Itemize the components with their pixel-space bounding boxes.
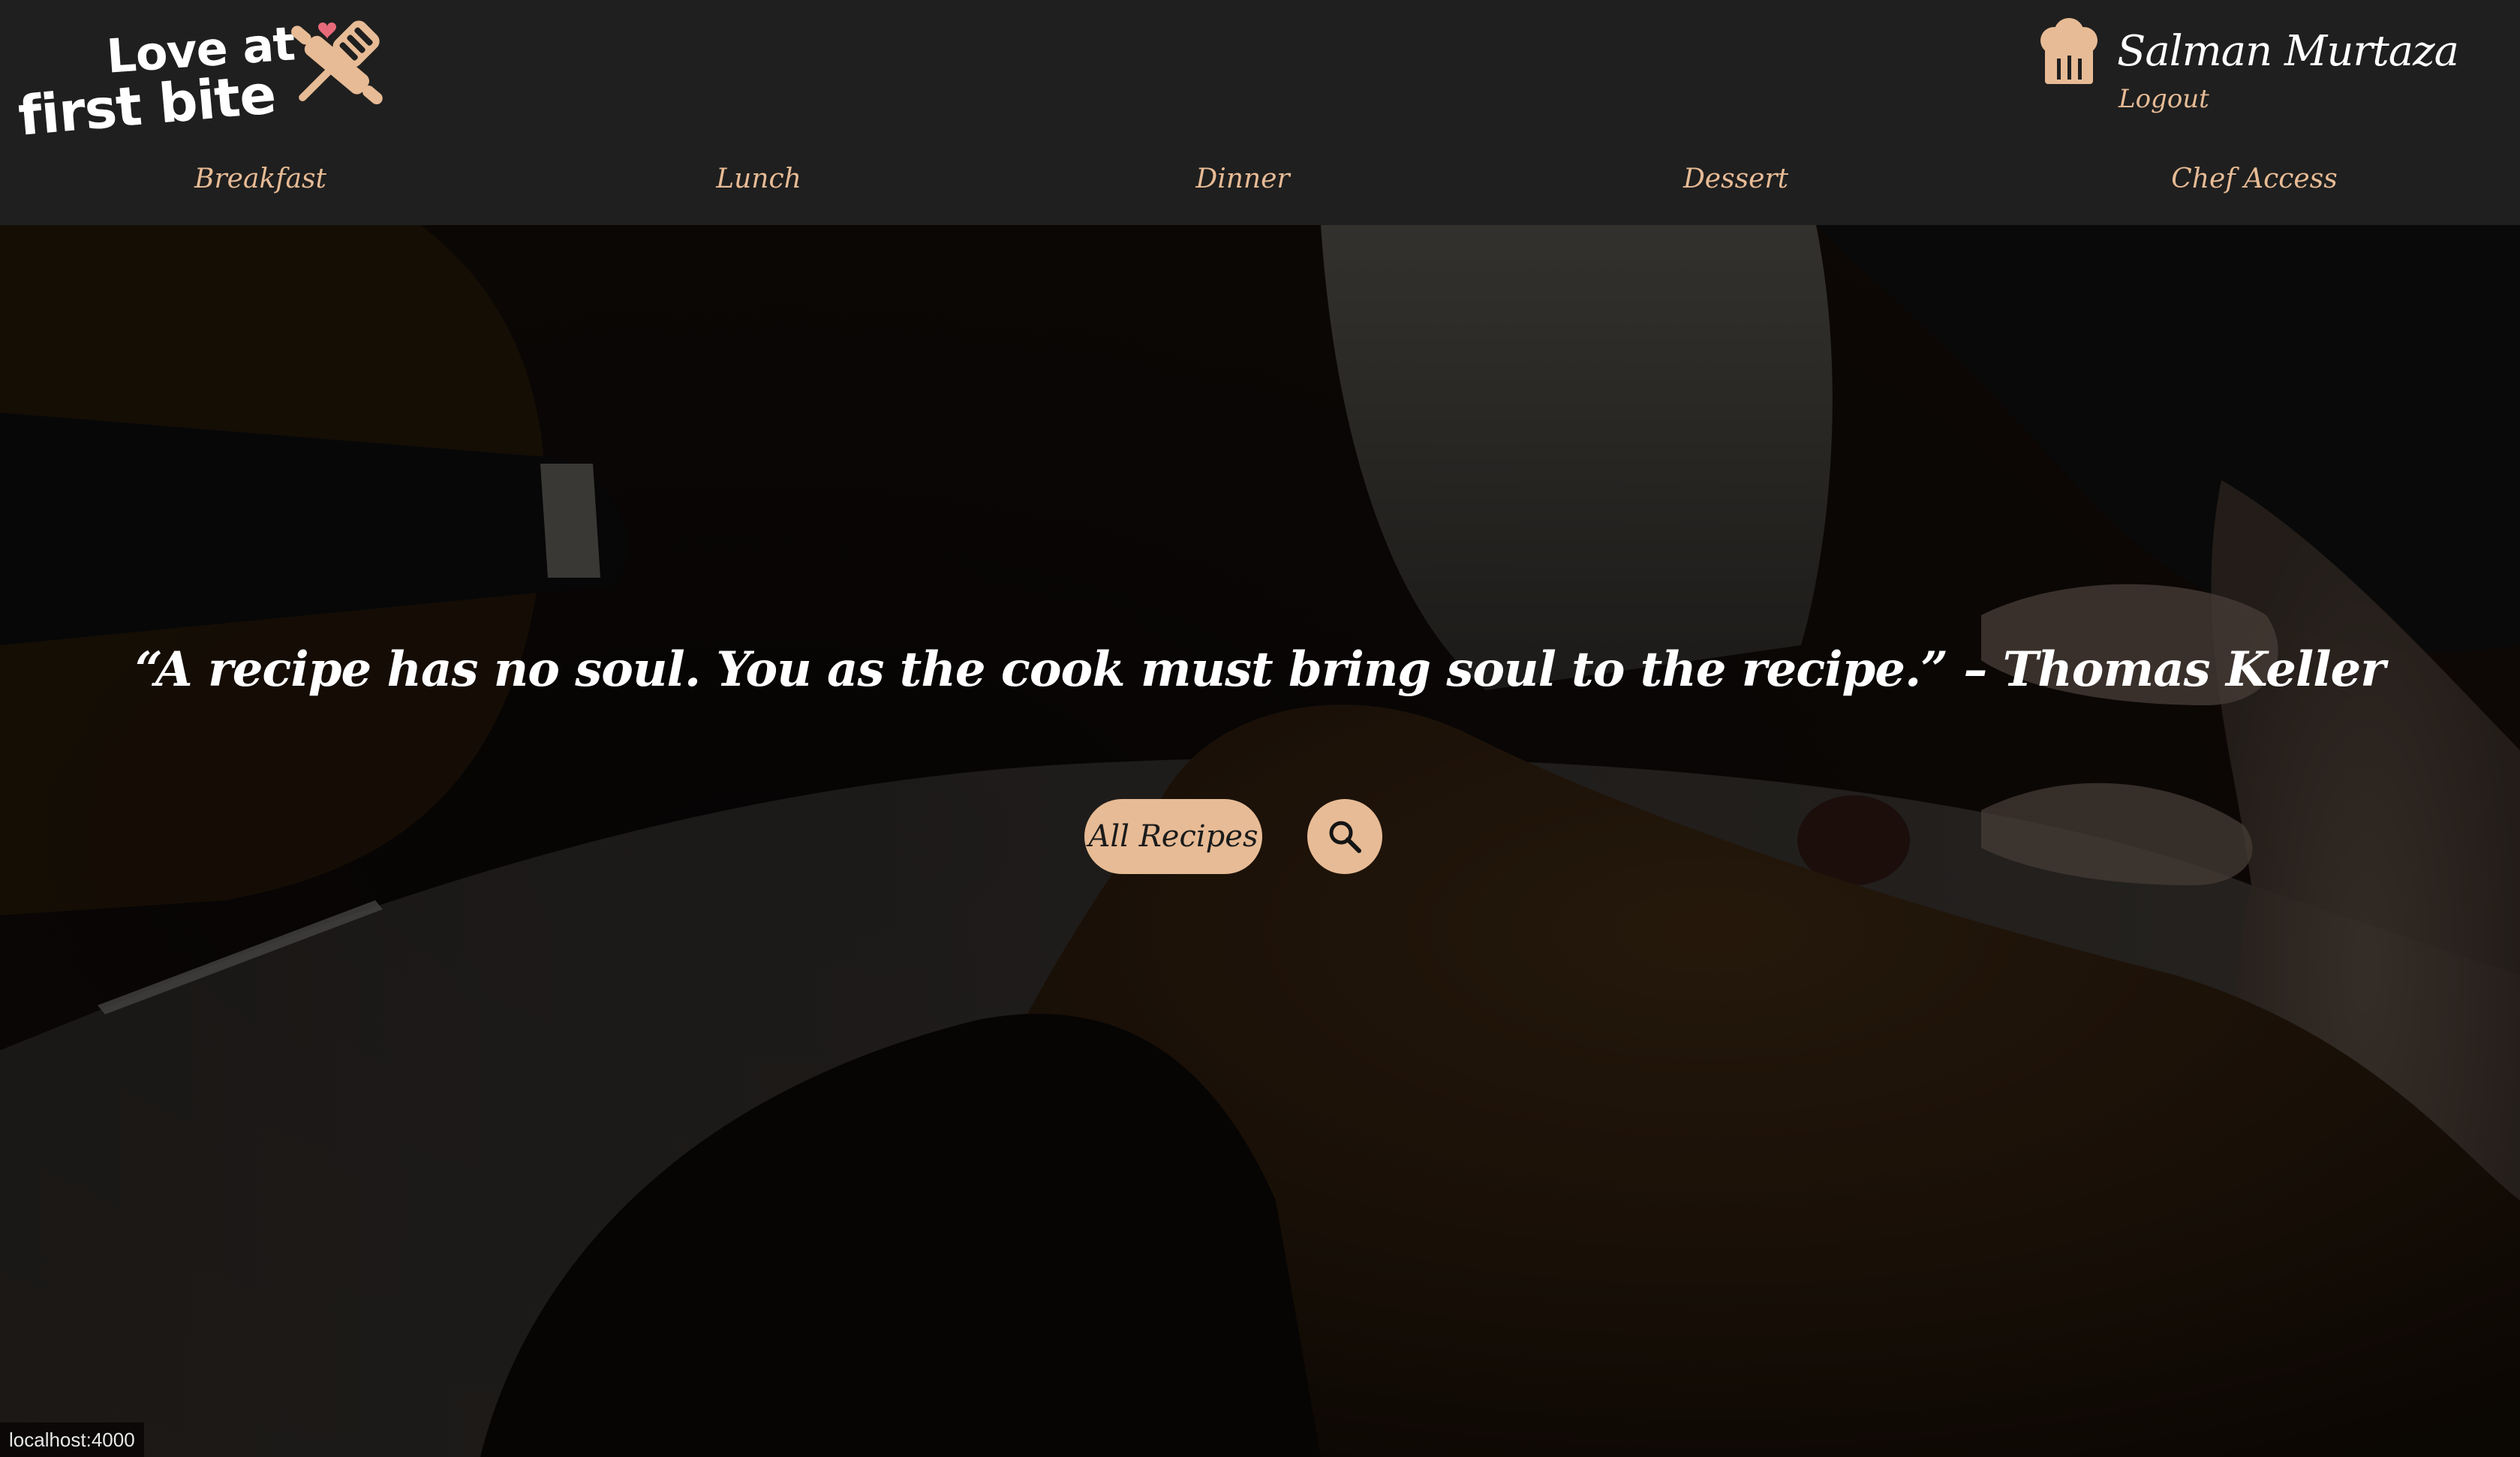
hero-quote: “A recipe has no soul. You as the cook m… [135,641,2386,698]
user-name: Salman Murtaza [2117,27,2459,76]
status-bar-url: localhost:4000 [0,1422,144,1457]
main-nav: Breakfast Lunch Dinner Dessert Chef Acce… [0,158,2520,210]
nav-item-dinner[interactable]: Dinner [1195,164,1289,194]
nav-item-chef-access[interactable]: Chef Access [2171,164,2337,194]
search-icon [1329,821,1361,853]
hero-section: “A recipe has no soul. You as the cook m… [0,225,2520,1457]
nav-item-breakfast[interactable]: Breakfast [194,164,326,194]
nav-item-dessert[interactable]: Dessert [1683,164,1788,194]
crossed-utensils-icon [291,20,383,105]
chef-hat-icon [2040,18,2097,84]
user-block: Salman Murtaza Logout [2037,17,2459,122]
site-logo[interactable]: Love at first bite [15,9,392,148]
logout-link[interactable]: Logout [2119,84,2209,114]
logo-text-line-2: first bite [15,62,278,148]
site-header: Love at first bite Salman Murtaza Logout… [0,0,2520,225]
nav-item-lunch[interactable]: Lunch [716,164,801,194]
search-button[interactable] [1307,799,1382,874]
all-recipes-button[interactable]: All Recipes [1084,799,1262,874]
